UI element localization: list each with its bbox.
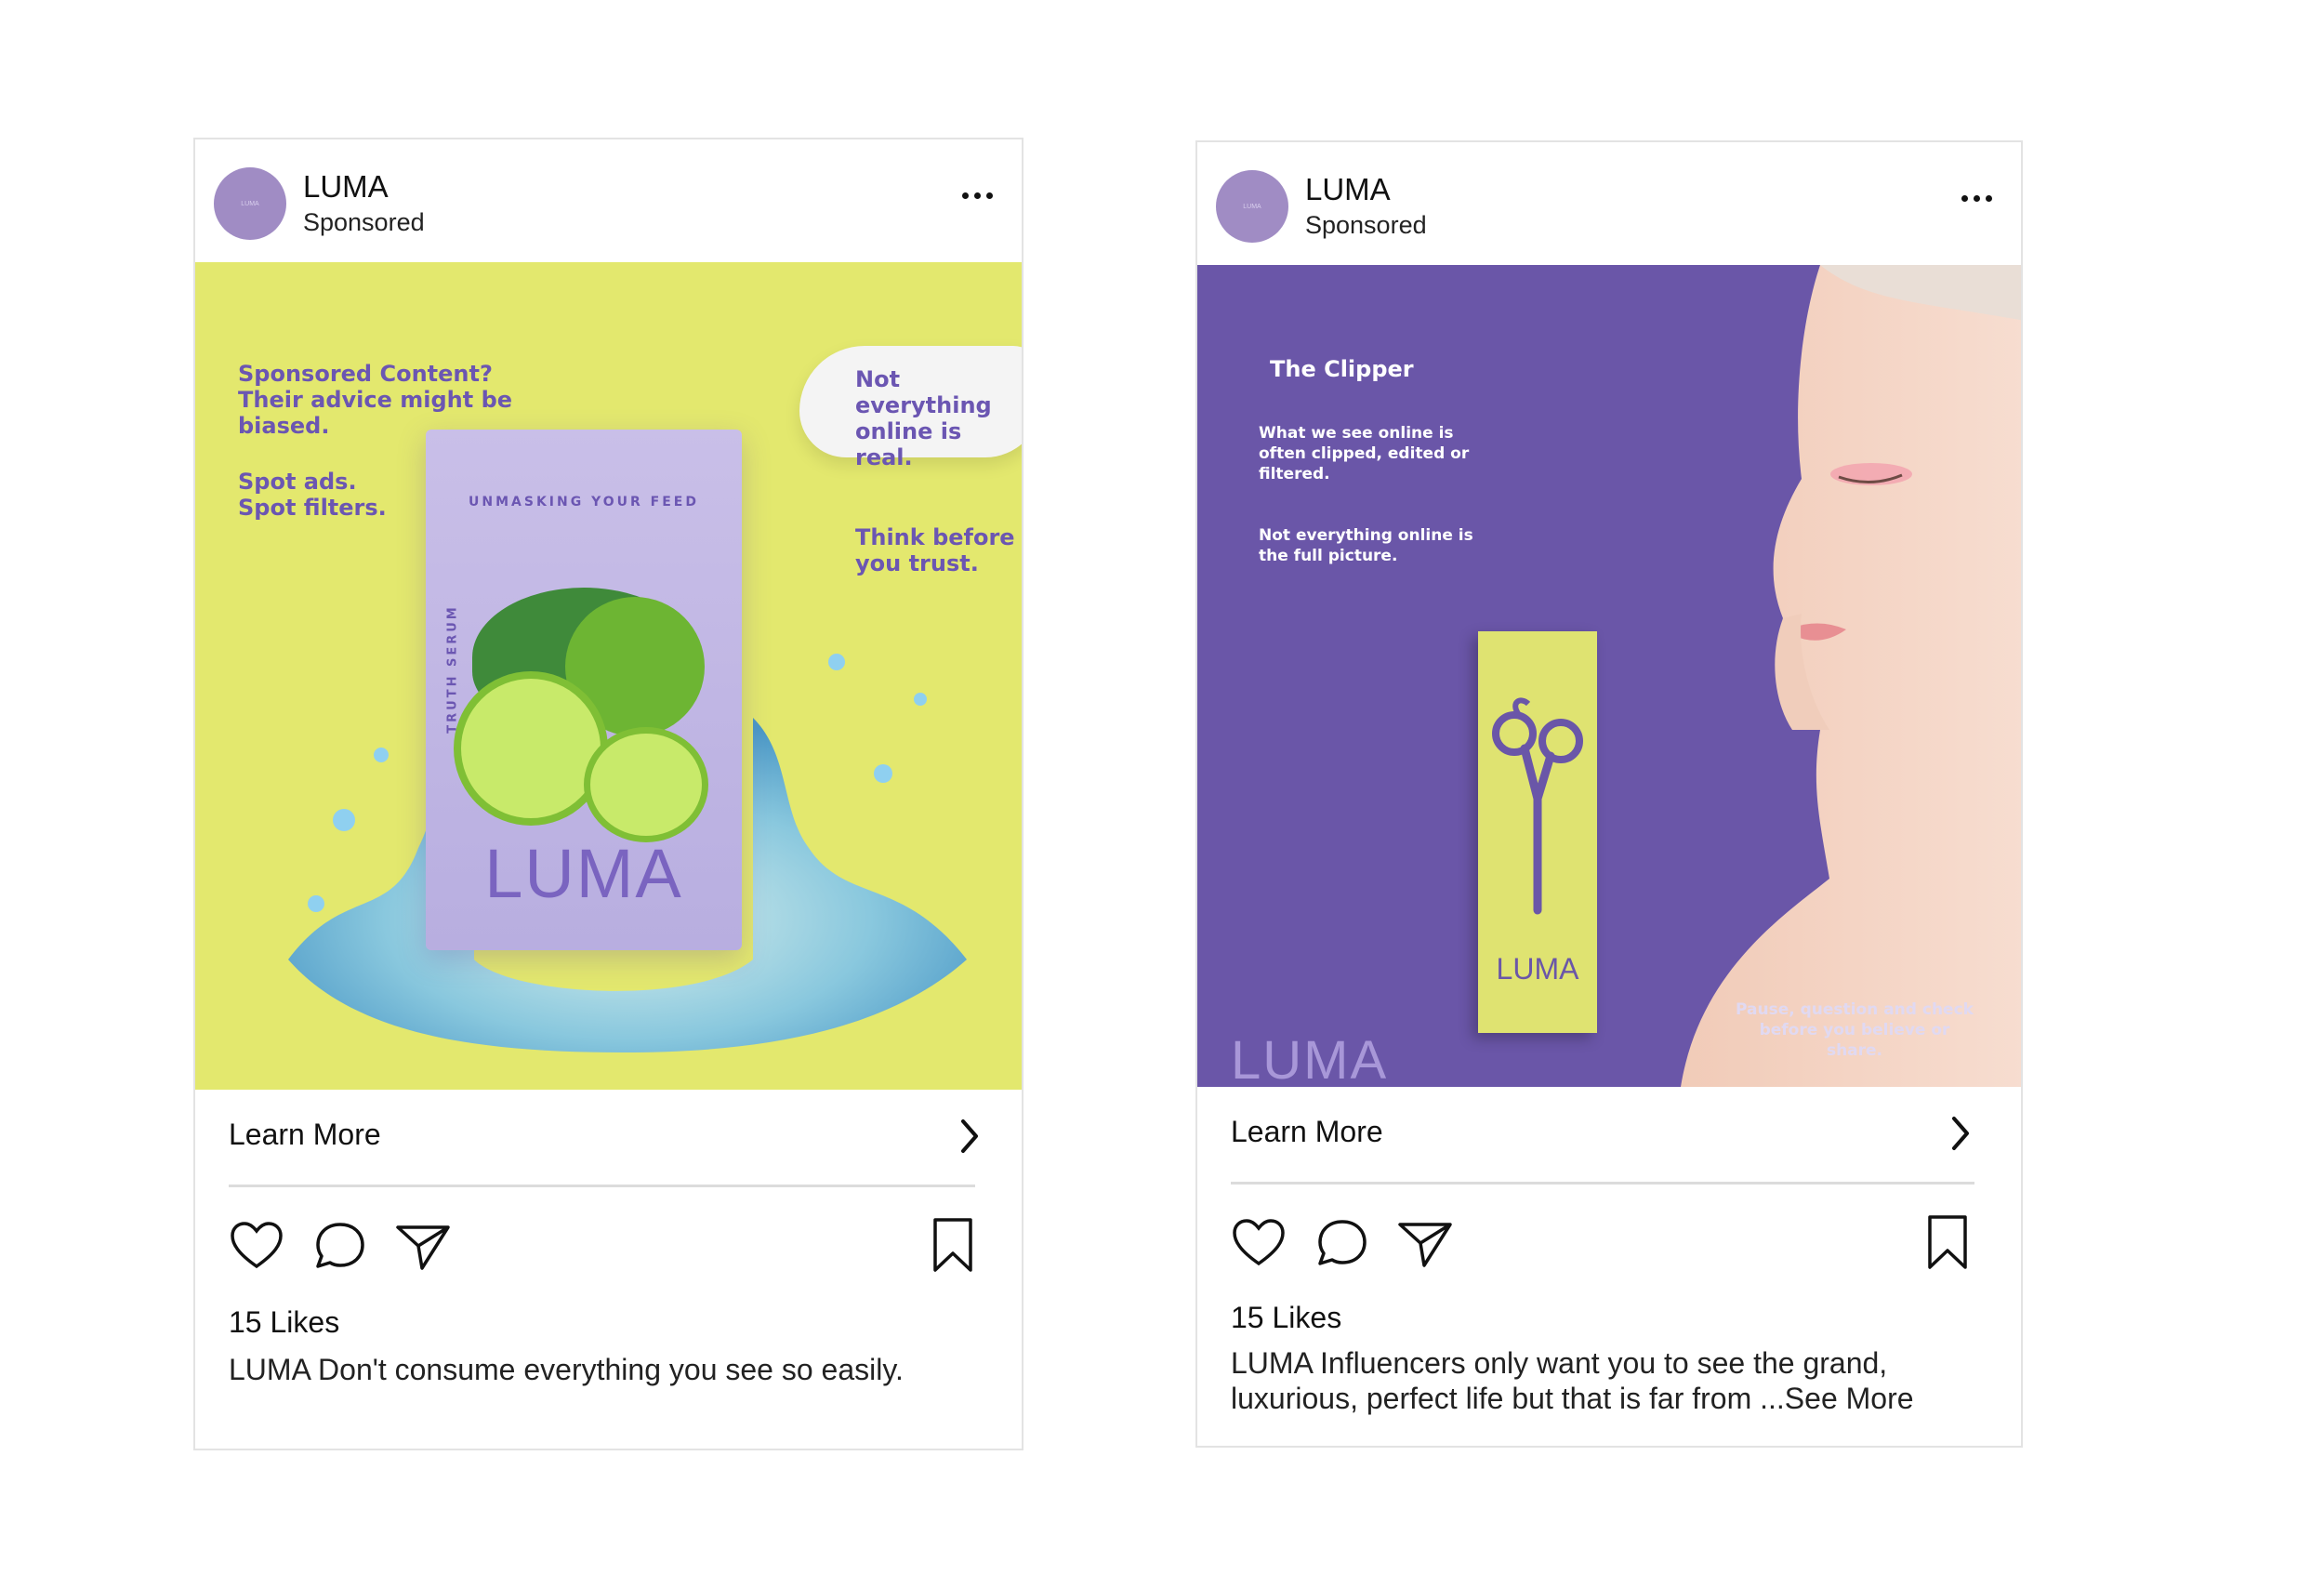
pouch-logo: LUMA bbox=[484, 835, 683, 912]
share-icon[interactable] bbox=[1396, 1217, 1454, 1269]
account-name[interactable]: LUMA bbox=[1305, 172, 1391, 207]
ad-text-not-everything: Not everything online is real. bbox=[855, 366, 992, 470]
heart-icon[interactable] bbox=[1231, 1217, 1287, 1269]
post-header: LUMA LUMA Sponsored bbox=[195, 139, 1022, 262]
divider bbox=[229, 1185, 975, 1187]
chevron-right-icon[interactable] bbox=[956, 1116, 984, 1157]
model-portrait bbox=[1681, 265, 2021, 1087]
account-name[interactable]: LUMA bbox=[303, 169, 389, 205]
box-logo: LUMA bbox=[1496, 952, 1579, 986]
bookmark-icon[interactable] bbox=[1924, 1213, 1971, 1271]
ad-text-sponsored-content: Sponsored Content? Their advice might be… bbox=[238, 361, 513, 439]
divider bbox=[1231, 1182, 1974, 1185]
comment-icon[interactable] bbox=[312, 1220, 368, 1272]
pouch-tagline: UNMASKING YOUR FEED bbox=[469, 495, 699, 510]
product-pouch: UNMASKING YOUR FEED TRUTH SERUM LUMA bbox=[426, 430, 742, 950]
learn-more-link[interactable]: Learn More bbox=[229, 1118, 381, 1152]
ad-image[interactable]: Sponsored Content? Their advice might be… bbox=[195, 262, 1022, 1090]
ad-text-clipped: What we see online is often clipped, edi… bbox=[1259, 424, 1470, 483]
corner-logo: LUMA bbox=[1231, 1030, 1389, 1087]
avatar[interactable]: LUMA bbox=[1216, 170, 1288, 243]
product-box: LUMA bbox=[1478, 631, 1597, 1033]
chevron-right-icon[interactable] bbox=[1947, 1113, 1974, 1154]
sponsored-label: Sponsored bbox=[303, 208, 425, 236]
share-icon[interactable] bbox=[394, 1220, 452, 1272]
lime-slice bbox=[584, 727, 708, 842]
likes-count[interactable]: 15 Likes bbox=[229, 1305, 339, 1340]
ad-text-pause: Pause, question and check before you bel… bbox=[1736, 1000, 1974, 1060]
ad-post-2: LUMA LUMA Sponsored The Clipper What we … bbox=[1195, 140, 2023, 1448]
post-caption: LUMA Don't consume everything you see so… bbox=[229, 1353, 904, 1386]
post-caption: LUMA Influencers only want you to see th… bbox=[1231, 1346, 1914, 1415]
bookmark-icon[interactable] bbox=[930, 1216, 976, 1274]
ad-text-full-picture: Not everything online is the full pictur… bbox=[1259, 526, 1473, 565]
more-icon[interactable] bbox=[1958, 189, 1995, 207]
pouch-side-label: TRUTH SERUM bbox=[445, 604, 460, 734]
ad-image[interactable]: The Clipper What we see online is often … bbox=[1197, 265, 2021, 1087]
learn-more-link[interactable]: Learn More bbox=[1231, 1115, 1383, 1149]
avatar[interactable]: LUMA bbox=[214, 167, 286, 240]
ad-post-1: LUMA LUMA Sponsored Sponsored Content? T… bbox=[193, 138, 1023, 1450]
comment-icon[interactable] bbox=[1314, 1217, 1370, 1269]
sponsored-label: Sponsored bbox=[1305, 211, 1427, 239]
lime-slice bbox=[454, 671, 608, 826]
ad-text-spot-ads: Spot ads. Spot filters. bbox=[238, 469, 387, 521]
post-header: LUMA LUMA Sponsored bbox=[1197, 142, 2021, 265]
more-icon[interactable] bbox=[958, 186, 996, 205]
ad-heading: The Clipper bbox=[1270, 356, 1414, 382]
likes-count[interactable]: 15 Likes bbox=[1231, 1301, 1341, 1335]
heart-icon[interactable] bbox=[229, 1220, 284, 1272]
scissors-icon bbox=[1492, 697, 1583, 915]
